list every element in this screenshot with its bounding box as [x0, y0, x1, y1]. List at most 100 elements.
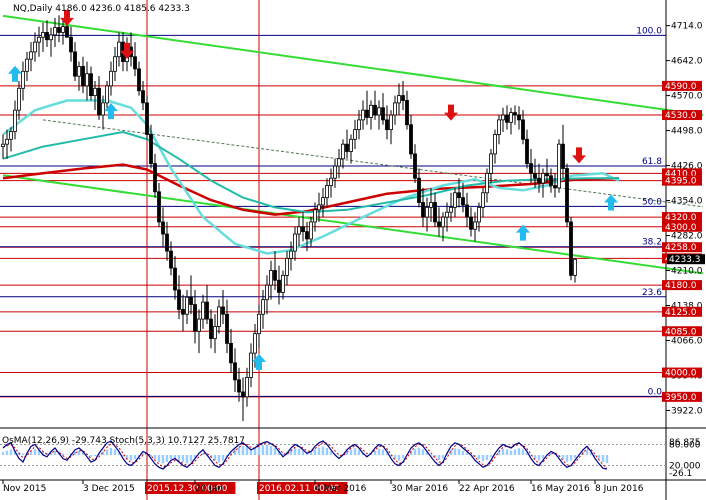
- candle-body: [137, 68, 141, 92]
- candle-body: [213, 325, 217, 339]
- osma-bar: [441, 455, 445, 459]
- candle-body: [509, 112, 513, 123]
- osma-bar: [381, 449, 385, 455]
- candle-body: [17, 87, 21, 111]
- candle-body: [401, 95, 405, 101]
- candle-body: [69, 36, 73, 53]
- osma-bar: [541, 455, 545, 459]
- level-price-label: 4258.0: [665, 243, 697, 253]
- osma-bar: [517, 448, 521, 455]
- fib-level-label: 0.0: [648, 387, 663, 397]
- osma-bar: [89, 455, 93, 457]
- candle-body: [281, 274, 285, 293]
- candle-body: [189, 296, 193, 305]
- candle-body: [249, 352, 253, 378]
- candle-body: [473, 221, 477, 230]
- candle-body: [1, 143, 5, 148]
- date-axis-label: 8 Jun 2016: [595, 484, 644, 494]
- chart-background: [0, 0, 706, 500]
- current-price-tag: 4233.3: [667, 254, 705, 265]
- candle-body: [413, 153, 417, 179]
- candle-body: [133, 56, 137, 70]
- candle-body: [493, 134, 497, 155]
- candle-body: [273, 270, 277, 281]
- osma-bar: [397, 455, 401, 461]
- candle-body: [477, 206, 481, 223]
- candle-body: [5, 138, 9, 145]
- price-axis-tick-label: 4210.0: [671, 267, 703, 277]
- candle-body: [425, 206, 429, 218]
- osma-bar: [485, 455, 489, 461]
- candle-body: [369, 104, 373, 118]
- level-price-label: 4530.0: [665, 111, 697, 121]
- fib-level-label: 61.8: [642, 157, 662, 167]
- osma-bar: [537, 455, 541, 461]
- candle-body: [573, 258, 577, 276]
- candle-body: [533, 172, 537, 179]
- candle-body: [41, 32, 45, 38]
- candle-body: [221, 306, 225, 315]
- fib-level-label: 38.2: [642, 238, 662, 248]
- osma-bar: [253, 448, 257, 455]
- osma-bar: [321, 446, 325, 455]
- osma-bar: [61, 453, 65, 455]
- candle-body: [489, 153, 493, 174]
- osma-bar: [273, 447, 277, 455]
- level-price-label: 3950.0: [665, 393, 697, 403]
- candle-body: [209, 318, 213, 339]
- date-axis-label: 16 May 2016: [531, 484, 590, 494]
- candle-body: [321, 197, 325, 206]
- candle-body: [417, 177, 421, 203]
- candle-body: [461, 197, 465, 206]
- osma-bar: [573, 455, 577, 458]
- osma-bar: [301, 450, 305, 455]
- candle-body: [109, 70, 113, 87]
- osma-bar: [325, 448, 329, 455]
- candle-body: [545, 172, 549, 177]
- osma-bar: [297, 448, 301, 455]
- candle-body: [201, 301, 205, 320]
- osma-bar: [77, 450, 81, 455]
- osma-bar: [113, 449, 117, 455]
- candle-body: [9, 131, 13, 140]
- level-price-label: 4125.0: [665, 308, 697, 318]
- price-axis-tick-label: 4642.0: [671, 57, 703, 67]
- candle-body: [45, 32, 49, 41]
- candle-body: [405, 100, 409, 126]
- candle-body: [309, 221, 313, 240]
- candle-body: [165, 233, 169, 252]
- osma-bar: [133, 455, 137, 460]
- trading-chart[interactable]: 4714.04642.04570.04498.04426.04354.04282…: [0, 0, 706, 500]
- candle-body: [225, 313, 229, 344]
- price-axis-tick-label: 4714.0: [671, 22, 703, 32]
- candle-body: [377, 107, 381, 116]
- osma-bar: [157, 455, 161, 462]
- osma-bar: [21, 453, 25, 455]
- candle-body: [485, 172, 489, 194]
- candle-body: [481, 192, 485, 208]
- candle-body: [381, 107, 385, 121]
- candle-body: [337, 158, 341, 167]
- osma-bar: [509, 450, 513, 455]
- osma-bar: [413, 448, 417, 455]
- candle-body: [497, 119, 501, 135]
- price-axis-tick-label: 4354.0: [671, 197, 703, 207]
- osma-bar: [269, 446, 273, 455]
- candle-body: [261, 299, 265, 315]
- osma-bar: [585, 449, 589, 455]
- candle-body: [361, 109, 365, 121]
- osma-bar: [417, 447, 421, 455]
- candle-body: [57, 27, 61, 33]
- level-price-label: 4590.0: [665, 82, 697, 92]
- candle-body: [117, 41, 121, 58]
- candle-body: [457, 192, 461, 199]
- osma-bar: [317, 447, 321, 455]
- candle-body: [177, 289, 181, 310]
- candle-body: [53, 27, 57, 36]
- candle-body: [233, 362, 237, 381]
- price-axis-tick-label: 4570.0: [671, 92, 703, 102]
- candle-body: [329, 177, 333, 186]
- candle-body: [565, 168, 569, 223]
- candle-body: [345, 143, 349, 152]
- candle-body: [33, 41, 37, 53]
